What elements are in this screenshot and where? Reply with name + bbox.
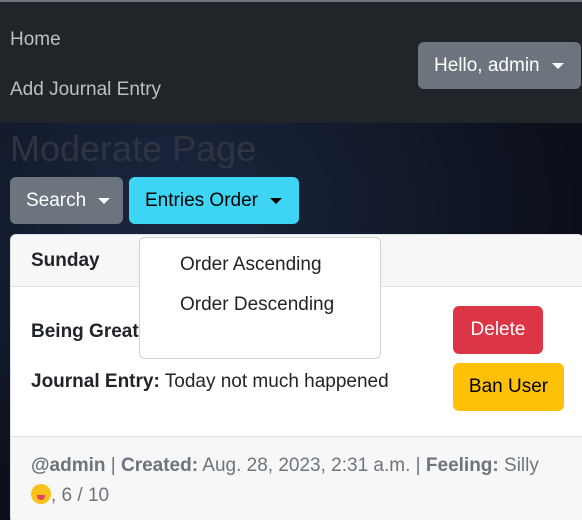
entry-author: @admin xyxy=(31,455,106,476)
journal-label: Journal Entry: xyxy=(31,371,160,392)
caret-down-icon xyxy=(98,197,111,204)
entries-order-dropdown-menu: Order Ascending Order Descending xyxy=(139,237,381,359)
nav-add-journal-link[interactable]: Add Journal Entry xyxy=(10,79,161,101)
footer-separator: | xyxy=(110,455,116,476)
entry-footer: @admin | Created: Aug. 28, 2023, 2:31 a.… xyxy=(11,436,582,520)
feeling-value: Silly xyxy=(504,455,539,476)
silly-face-emoji-icon xyxy=(31,484,51,504)
user-menu-button[interactable]: Hello, admin xyxy=(418,42,581,89)
delete-button[interactable]: Delete xyxy=(453,306,543,354)
entries-order-dropdown-button[interactable]: Entries Order xyxy=(129,177,299,224)
search-dropdown-button[interactable]: Search xyxy=(10,177,123,224)
feeling-score: , 6 / 10 xyxy=(51,485,110,506)
user-menu-label: Hello, admin xyxy=(434,54,540,76)
created-value: Aug. 28, 2023, 2:31 a.m. xyxy=(202,455,411,476)
order-ascending-item[interactable]: Order Ascending xyxy=(140,246,380,286)
entries-order-label: Entries Order xyxy=(145,189,258,211)
caret-down-icon xyxy=(551,62,564,69)
footer-separator: | xyxy=(415,455,421,476)
entry-journal-text: Journal Entry: Today not much happened xyxy=(31,371,389,393)
journal-content: Today not much happened xyxy=(164,371,389,392)
page-title: Moderate Page xyxy=(10,128,257,169)
created-label: Created: xyxy=(120,455,199,476)
order-descending-item[interactable]: Order Descending xyxy=(140,286,380,326)
entry-title: Being Great xyxy=(31,321,139,342)
nav-home-link[interactable]: Home xyxy=(10,29,61,51)
feeling-label: Feeling: xyxy=(425,455,499,476)
top-navbar: Home Add Journal Entry Hello, admin xyxy=(0,0,582,123)
ban-user-button[interactable]: Ban User xyxy=(453,363,564,411)
search-button-label: Search xyxy=(26,189,87,211)
caret-down-icon xyxy=(269,197,282,204)
